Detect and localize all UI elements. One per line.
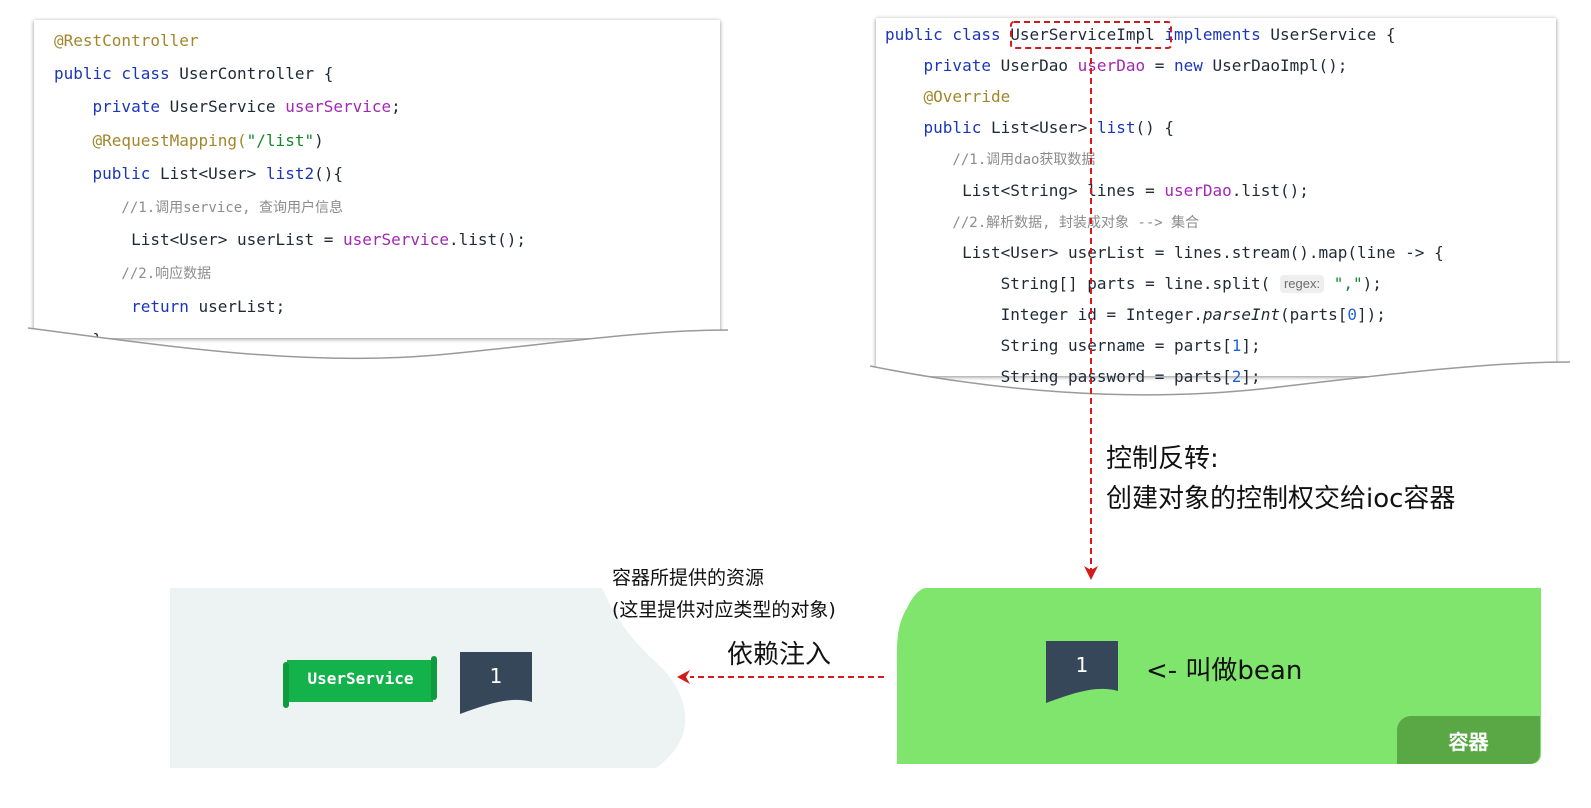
injected-bean-number: 1 (489, 664, 503, 688)
provided-resource-line1: 容器所提供的资源 (612, 567, 765, 589)
injected-bean-icon: 1 (460, 652, 532, 714)
container-tab: 容器 (1397, 716, 1540, 764)
di-label: 依赖注入 (727, 640, 832, 670)
bean-note: <- 叫做bean (1146, 656, 1303, 686)
container-tab-label: 容器 (1448, 730, 1489, 754)
userservice-chip: UserService (283, 656, 438, 708)
container-bean-icon: 1 (1046, 641, 1118, 703)
highlight-box (1010, 21, 1172, 49)
container-bean-number: 1 (1075, 653, 1089, 677)
provided-resource-line2: (这里提供对应类型的对象) (612, 599, 836, 621)
userservice-chip-label: UserService (307, 669, 414, 688)
ioc-title: 控制反转: (1106, 444, 1219, 474)
ioc-description: 创建对象的控制权交给ioc容器 (1106, 484, 1456, 514)
